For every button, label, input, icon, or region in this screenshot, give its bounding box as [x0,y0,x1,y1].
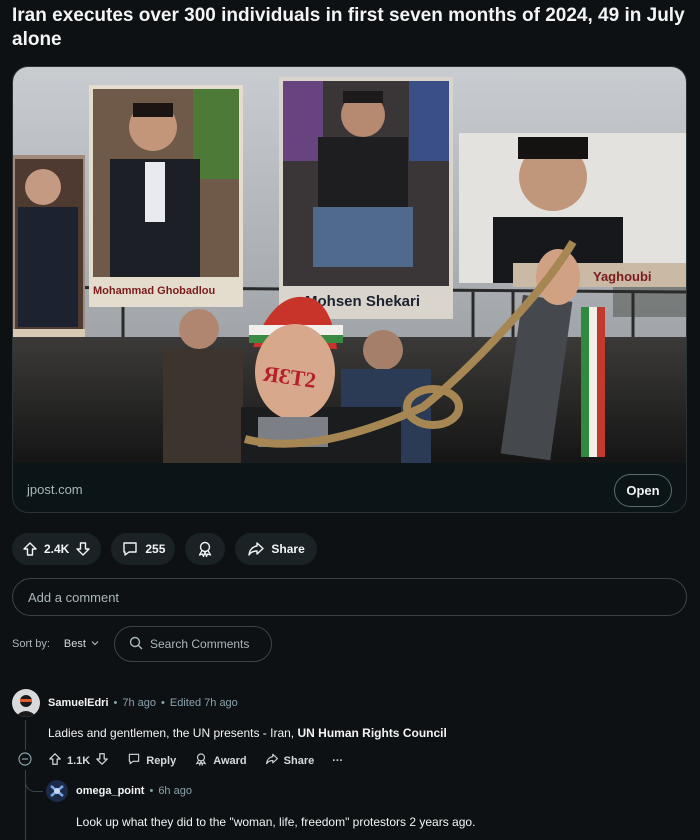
comment-edited: Edited 7h ago [169,697,238,709]
downvote-icon[interactable] [95,752,109,769]
award-label: Award [213,754,247,767]
comment-icon [127,752,141,769]
comment-icon [121,540,139,558]
open-link-button[interactable]: Open [614,474,672,507]
vote-count: 2.4K [44,542,70,556]
search-comments-input[interactable]: Search Comments [114,626,272,662]
reply-connector [25,776,43,792]
search-icon [129,636,143,653]
thread-line[interactable] [25,720,26,750]
award-icon [196,540,214,558]
placard-yaghoubi-text: Yaghoubi [593,269,652,284]
comment-count: 255 [145,542,166,556]
more-options-button[interactable]: ··· [332,755,343,767]
upvote-icon[interactable] [22,541,38,557]
vote-pill: 2.4K [12,533,102,565]
sort-label: Sort by: [12,638,50,650]
avatar[interactable] [46,780,68,802]
placard-shekari: Mohsen Shekari [279,77,453,319]
link-domain[interactable]: jpost.com [27,482,83,497]
comment-text-bold: UN Human Rights Council [297,726,447,740]
placard-ghobadlou-text: Mohammad Ghobadlou [93,285,215,297]
comment-actions: 1.1K Reply Award Share ··· [48,752,343,769]
share-label: Share [271,542,305,556]
search-placeholder: Search Comments [150,637,250,651]
comments-button[interactable]: 255 [111,533,176,565]
award-icon [194,752,208,769]
comment-author[interactable]: omega_point [76,785,144,797]
comment-author[interactable]: SamuelEdri [48,697,109,709]
comment-time: 7h ago [122,697,157,709]
post-image[interactable]: azemi Mohammad Ghobadlou [13,67,686,463]
reply-button[interactable]: Reply [127,752,176,769]
comment-vote-count: 1.1K [67,754,91,767]
comment-body: Ladies and gentlemen, the UN presents - … [48,726,447,740]
comment-vote: 1.1K [48,752,109,769]
comment-text: Ladies and gentlemen, the UN presents - … [48,726,298,740]
upvote-icon[interactable] [48,752,62,769]
add-comment-input[interactable]: Add a comment [12,578,687,616]
sort-control: Sort by: Best [12,626,100,662]
collapse-thread-icon[interactable] [18,752,32,771]
share-label: Share [283,754,315,767]
post-title[interactable]: Iran executes over 300 individuals in fi… [12,4,688,52]
link-preview-card[interactable]: azemi Mohammad Ghobadlou [12,66,687,513]
placard-ghobadlou: Mohammad Ghobadlou [89,85,243,307]
award-button[interactable] [185,533,226,565]
comment-time: 6h ago [158,785,192,797]
share-button[interactable]: Share [235,533,317,565]
comment-body: Look up what they did to the "woman, lif… [76,815,476,829]
award-button[interactable]: Award [194,752,247,769]
comment-meta: omega_point • 6h ago [76,785,192,797]
chevron-down-icon [90,638,100,651]
reply-label: Reply [146,754,177,767]
comment-meta: SamuelEdri • 7h ago • Edited 7h ago [48,697,238,709]
share-icon [265,752,279,769]
placard-left: azemi [13,155,85,355]
post-action-bar: 2.4K 255 Share [12,533,317,565]
share-icon [247,540,265,558]
sort-value: Best [63,638,86,650]
sort-dropdown[interactable]: Best [64,638,100,651]
share-button[interactable]: Share [265,752,315,769]
avatar[interactable] [12,689,40,717]
downvote-icon[interactable] [75,541,91,557]
